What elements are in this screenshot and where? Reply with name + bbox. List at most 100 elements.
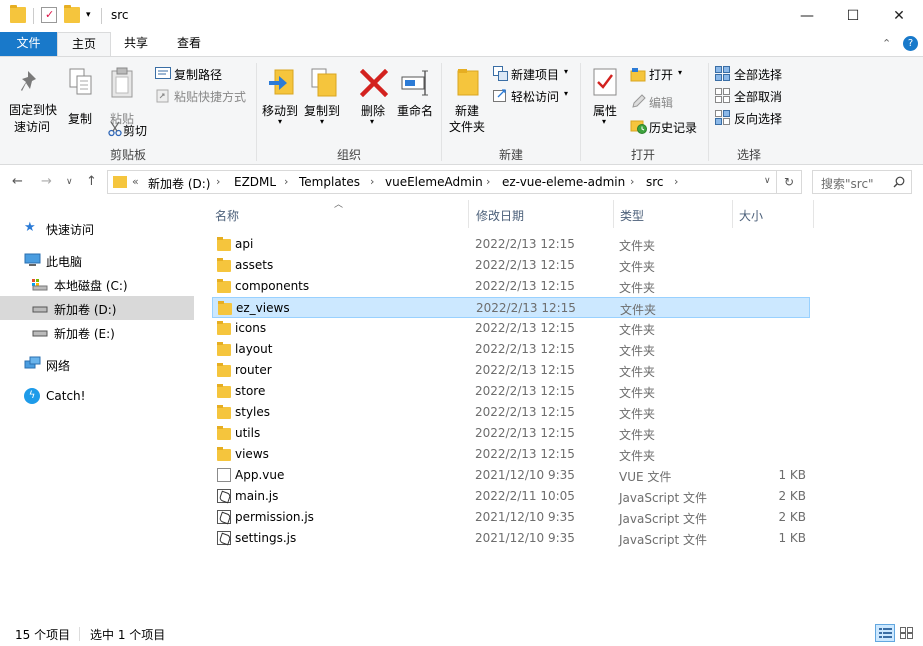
breadcrumb-separator-icon[interactable]: › [284, 175, 288, 188]
tab-file[interactable]: 文件 [0, 32, 57, 56]
breadcrumb-overflow[interactable]: « [132, 175, 139, 188]
breadcrumb-src[interactable]: src [646, 175, 664, 189]
table-row[interactable]: utils 2022/2/13 12:15 文件夹 [212, 423, 810, 444]
new-folder-button[interactable]: 新建 文件夹 [447, 65, 489, 143]
star-icon: ★ [24, 220, 36, 235]
javascript-file-icon [217, 531, 231, 545]
column-header-size[interactable]: 大小 [739, 207, 763, 224]
large-icons-view-button[interactable] [898, 624, 916, 642]
table-row[interactable]: views 2022/2/13 12:15 文件夹 [212, 444, 810, 465]
breadcrumb-vueelemeadmin[interactable]: vueElemeAdmin [385, 175, 483, 189]
paste-shortcut-icon [156, 89, 169, 103]
address-dropdown-icon[interactable]: ∨ [764, 176, 771, 186]
open-button[interactable]: 打开 ▾ [630, 66, 700, 84]
copy-to-button[interactable]: 复制到 ▾ [303, 65, 343, 143]
properties-button[interactable]: 属性 ▾ [586, 65, 624, 143]
nav-quick-access[interactable]: ★ 快速访问 [0, 216, 194, 240]
breadcrumb-ezdml[interactable]: EZDML [234, 175, 276, 189]
table-row[interactable]: permission.js 2021/12/10 9:35 JavaScript 文… [212, 507, 810, 528]
recent-locations-chevron-icon[interactable]: ∨ [66, 177, 73, 187]
rename-button[interactable]: 重命名 [396, 65, 438, 143]
help-icon[interactable]: ? [903, 36, 918, 51]
delete-button[interactable]: 删除 ▾ [354, 65, 394, 143]
breadcrumb-templates[interactable]: Templates [299, 175, 360, 189]
file-modified-date: 2022/2/13 12:15 [475, 447, 575, 461]
file-name: icons [235, 321, 267, 335]
column-divider[interactable] [732, 200, 733, 228]
breadcrumb-separator-icon[interactable]: › [630, 175, 634, 188]
copy-button[interactable]: 复制 [62, 65, 98, 143]
search-placeholder: 搜索"src" [821, 177, 874, 191]
column-divider[interactable] [468, 200, 469, 228]
table-row[interactable]: icons 2022/2/13 12:15 文件夹 [212, 318, 810, 339]
table-row[interactable]: layout 2022/2/13 12:15 文件夹 [212, 339, 810, 360]
search-box[interactable]: 搜索"src" [812, 170, 912, 194]
column-header-type[interactable]: 类型 [620, 207, 644, 224]
breadcrumb-separator-icon[interactable]: › [674, 175, 678, 188]
select-all-button[interactable]: 全部选择 [715, 65, 790, 83]
edit-button[interactable]: 编辑 [630, 93, 700, 111]
invert-selection-button[interactable]: 反向选择 [715, 109, 790, 127]
tab-share[interactable]: 共享 [112, 32, 160, 56]
breadcrumb-separator-icon[interactable]: › [216, 175, 220, 188]
javascript-file-icon [217, 489, 231, 503]
quick-access-dropdown-icon[interactable]: ▾ [86, 10, 91, 20]
table-row[interactable]: assets 2022/2/13 12:15 文件夹 [212, 255, 810, 276]
breadcrumb-separator-icon[interactable]: › [486, 175, 490, 188]
nav-local-disk-c[interactable]: 本地磁盘 (C:) [0, 272, 194, 296]
table-row[interactable]: components 2022/2/13 12:15 文件夹 [212, 276, 810, 297]
column-divider[interactable] [613, 200, 614, 228]
properties-checkbox-icon[interactable]: ✓ [41, 7, 57, 23]
column-header-name[interactable]: 名称 [215, 207, 239, 224]
table-row[interactable]: main.js 2022/2/11 10:05 JavaScript 文件 2 KB [212, 486, 810, 507]
table-row[interactable]: store 2022/2/13 12:15 文件夹 [212, 381, 810, 402]
select-none-button[interactable]: 全部取消 [715, 87, 790, 105]
file-name: styles [235, 405, 271, 419]
table-row[interactable]: ez_views 2022/2/13 12:15 文件夹 [212, 297, 810, 318]
organize-group-label: 组织 [336, 148, 361, 162]
new-folder-icon[interactable] [64, 5, 80, 23]
details-view-button[interactable] [875, 624, 895, 642]
nav-volume-e[interactable]: 新加卷 (E:) [0, 320, 194, 344]
breadcrumb-ez-vue-eleme-admin[interactable]: ez-vue-eleme-admin [502, 175, 625, 189]
collapse-ribbon-icon[interactable]: ⌃ [882, 37, 891, 50]
column-header-modified[interactable]: 修改日期 [476, 207, 524, 224]
tab-view[interactable]: 查看 [164, 32, 214, 56]
up-arrow-icon[interactable]: ↑ [86, 174, 97, 189]
new-item-button[interactable]: 新建项目 ▾ [493, 65, 575, 83]
select-all-icon [715, 66, 730, 81]
back-arrow-icon[interactable]: ← [12, 174, 23, 189]
history-button[interactable]: 历史记录 [630, 118, 705, 136]
table-row[interactable]: api 2022/2/13 12:15 文件夹 [212, 234, 810, 255]
copy-path-button[interactable]: 复制路径 [155, 65, 250, 83]
nav-volume-d[interactable]: 新加卷 (D:) [0, 296, 194, 320]
paste-shortcut-button[interactable]: 粘贴快捷方式 [155, 87, 255, 105]
table-row[interactable]: router 2022/2/13 12:15 文件夹 [212, 360, 810, 381]
address-bar[interactable]: « 新加卷 (D:) › EZDML › Templates › vueElem… [107, 170, 777, 194]
forward-arrow-icon[interactable]: → [41, 174, 52, 189]
refresh-icon[interactable]: ↻ [777, 170, 802, 194]
system-drive-icon [32, 279, 48, 291]
nav-this-pc-label: 此电脑 [46, 255, 83, 269]
cut-button[interactable]: 剪切 [106, 121, 156, 139]
tab-home[interactable]: 主页 [57, 32, 111, 56]
column-divider[interactable] [813, 200, 814, 228]
move-to-button[interactable]: 移动到 ▾ [261, 65, 301, 143]
maximize-button[interactable]: ☐ [830, 0, 876, 31]
table-row[interactable]: App.vue 2021/12/10 9:35 VUE 文件 1 KB [212, 465, 810, 486]
breadcrumb-volume-d[interactable]: 新加卷 (D:) [148, 175, 210, 192]
breadcrumb-separator-icon[interactable]: › [370, 175, 374, 188]
table-row[interactable]: styles 2022/2/13 12:15 文件夹 [212, 402, 810, 423]
pin-quick-access-button[interactable]: 固定到快 速访问 [6, 65, 57, 143]
close-button[interactable]: ✕ [876, 0, 922, 31]
table-row[interactable]: settings.js 2021/12/10 9:35 JavaScript 文件 1… [212, 528, 810, 549]
search-icon [893, 176, 905, 188]
new-item-dropdown-icon: ▾ [564, 67, 569, 76]
nav-network[interactable]: 网络 [0, 352, 194, 376]
minimize-button[interactable]: — [784, 0, 830, 31]
nav-this-pc[interactable]: 此电脑 [0, 248, 194, 272]
paste-button[interactable]: 粘贴 [104, 65, 140, 126]
folder-icon [217, 237, 231, 251]
easy-access-button[interactable]: 轻松访问 ▾ [493, 87, 575, 105]
nav-catch[interactable]: ϟ Catch! [0, 384, 194, 408]
